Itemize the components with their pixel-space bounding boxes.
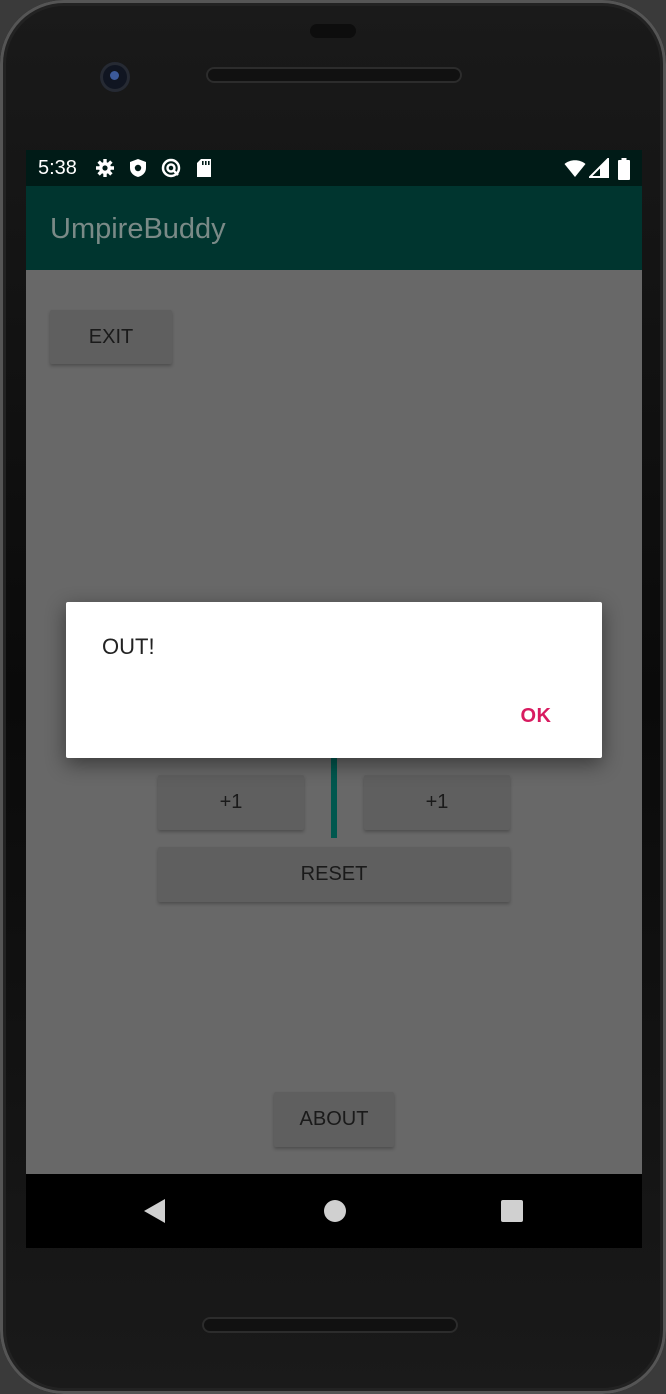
ball-plus-one-button[interactable]: +1 (364, 775, 510, 830)
sd-card-icon (197, 159, 211, 177)
shield-icon (130, 159, 146, 177)
wifi-icon (564, 160, 586, 177)
app-title: UmpireBuddy (50, 213, 226, 245)
back-icon[interactable] (143, 1198, 167, 1224)
exit-button[interactable]: EXIT (50, 310, 172, 364)
home-icon[interactable] (323, 1199, 347, 1223)
navigation-bar (26, 1174, 642, 1248)
reset-button[interactable]: RESET (158, 847, 510, 902)
alert-dialog: OUT! OK (66, 602, 602, 758)
about-button[interactable]: ABOUT (274, 1092, 394, 1147)
dialog-ok-button[interactable]: OK (506, 696, 566, 736)
battery-icon (618, 158, 630, 180)
front-sensor (310, 24, 356, 38)
device-screen: 5:38 UmpireBuddy EXIT +1 +1 RESET ABOUT … (26, 150, 642, 1248)
dialog-message: OUT! (102, 634, 155, 659)
score-divider (331, 758, 337, 838)
recents-icon[interactable] (500, 1199, 524, 1223)
front-camera (100, 62, 130, 92)
earpiece-speaker (206, 67, 462, 83)
status-time: 5:38 (38, 157, 77, 179)
gear-icon (96, 159, 114, 177)
phone-frame: 5:38 UmpireBuddy EXIT +1 +1 RESET ABOUT … (0, 0, 666, 1394)
app-bar: UmpireBuddy (26, 186, 642, 270)
at-sign-icon (161, 158, 181, 178)
status-bar: 5:38 (26, 150, 642, 186)
strike-plus-one-button[interactable]: +1 (158, 775, 304, 830)
bottom-speaker (202, 1317, 458, 1333)
signal-icon (589, 158, 609, 178)
